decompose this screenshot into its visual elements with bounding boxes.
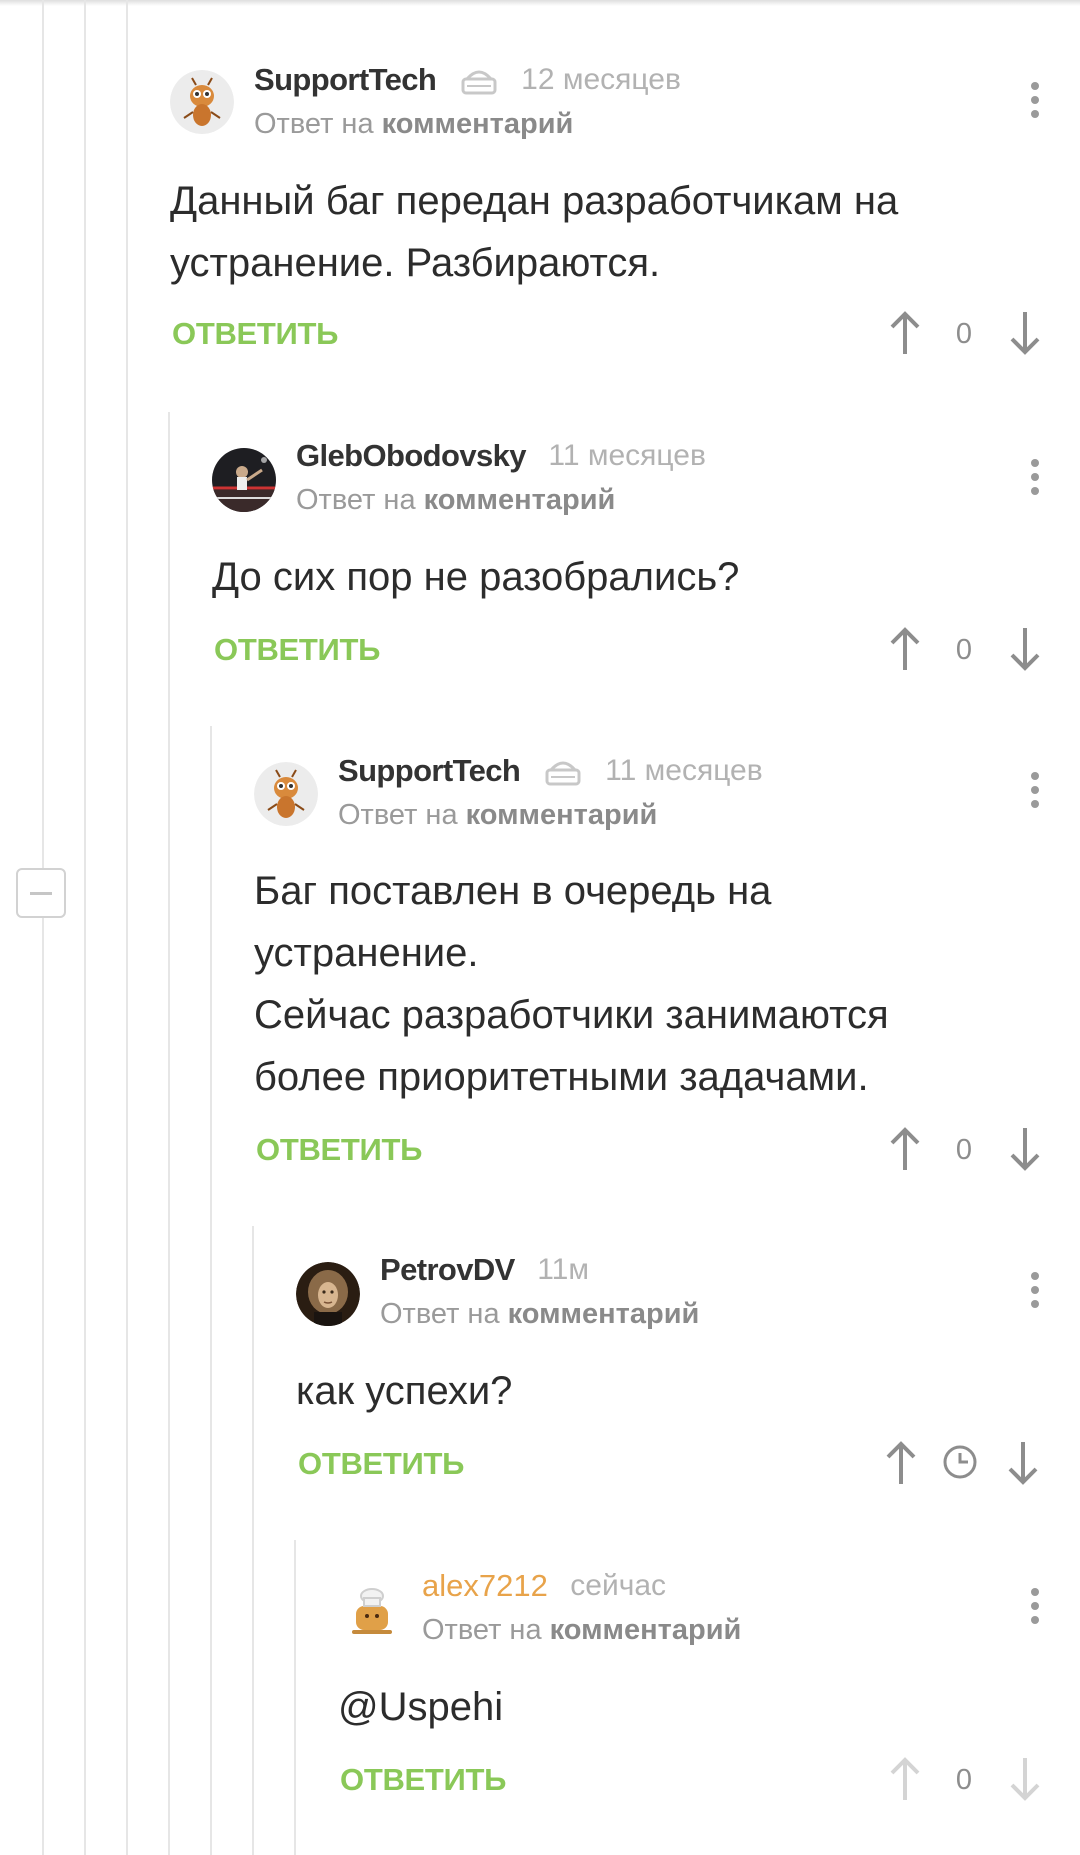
reply-button[interactable]: ОТВЕТИТЬ bbox=[340, 1762, 506, 1798]
thread-line bbox=[168, 412, 170, 1855]
thread-line bbox=[84, 0, 86, 1855]
thread-line bbox=[252, 1226, 254, 1855]
thread-line bbox=[294, 1540, 296, 1855]
comment: alex7212 сейчас Ответ на комментарий @Us… bbox=[338, 0, 1080, 1855]
arrow-down-icon[interactable] bbox=[1008, 1756, 1042, 1802]
comment-body: @Uspehi bbox=[338, 1676, 503, 1738]
comment-time: сейчас bbox=[570, 1569, 667, 1602]
thread-line bbox=[210, 726, 212, 1855]
arrow-up-icon[interactable] bbox=[888, 1756, 922, 1802]
thread-line bbox=[42, 0, 44, 1855]
avatar[interactable] bbox=[338, 1578, 402, 1642]
more-vertical-icon[interactable] bbox=[1020, 1584, 1050, 1628]
reply-to-link[interactable]: комментарий bbox=[550, 1614, 742, 1646]
reply-to: Ответ на комментарий bbox=[422, 1614, 741, 1647]
author-name[interactable]: alex7212 bbox=[422, 1568, 548, 1603]
collapse-thread-button[interactable] bbox=[16, 868, 66, 918]
reply-prefix: Ответ на bbox=[422, 1614, 542, 1646]
thread-line bbox=[126, 0, 128, 1855]
vote-score: 0 bbox=[955, 1764, 973, 1796]
comment-line: @Uspehi bbox=[338, 1685, 504, 1729]
